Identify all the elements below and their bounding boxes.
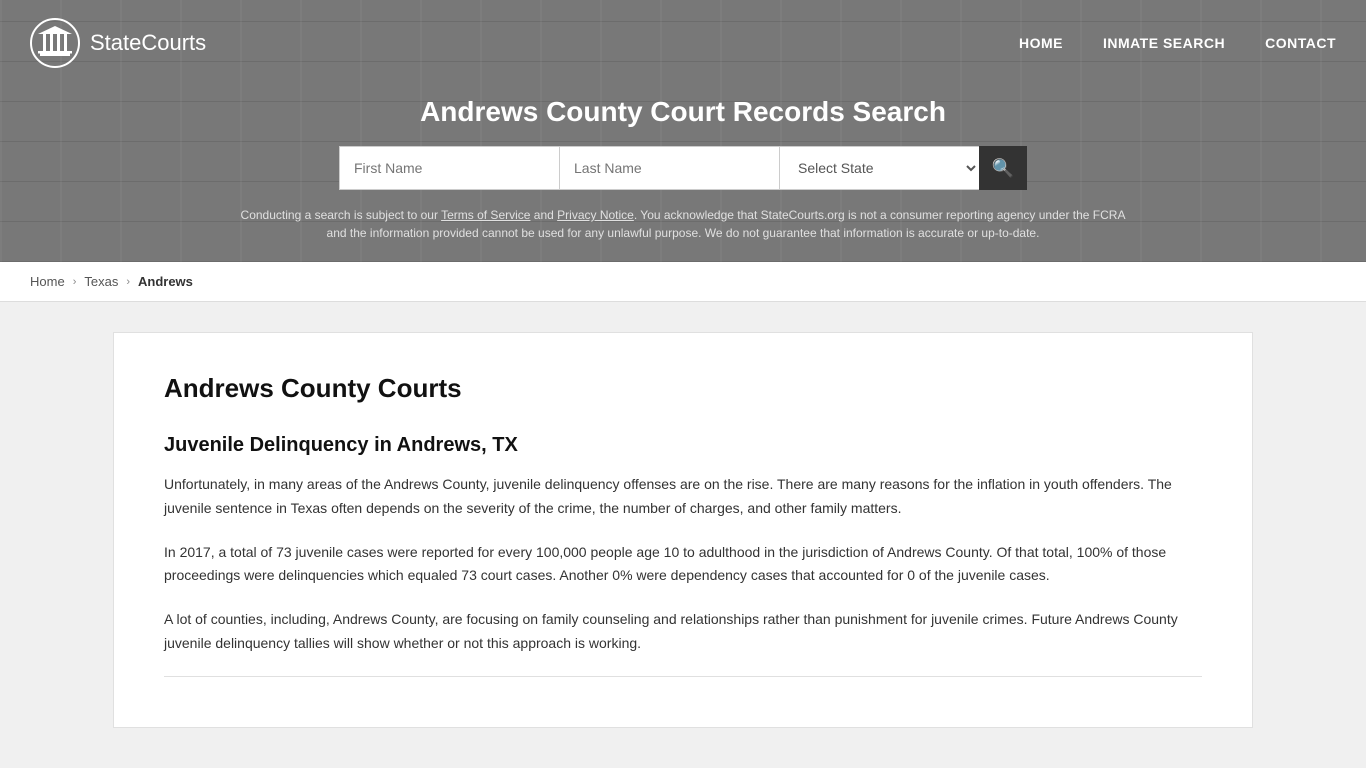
page-title: Andrews County Court Records Search — [30, 96, 1336, 128]
search-section: Andrews County Court Records Search Sele… — [30, 86, 1336, 262]
breadcrumb-state[interactable]: Texas — [84, 274, 118, 289]
first-name-input[interactable] — [339, 146, 559, 190]
disclaimer-text: Conducting a search is subject to our Te… — [233, 206, 1133, 242]
state-select[interactable]: Select State Alabama Alaska Arizona Arka… — [779, 146, 979, 190]
breadcrumb-county: Andrews — [138, 274, 193, 289]
nav-inmate-search[interactable]: INMATE SEARCH — [1103, 35, 1225, 51]
breadcrumb-home[interactable]: Home — [30, 274, 65, 289]
privacy-notice-link[interactable]: Privacy Notice — [557, 208, 634, 222]
terms-of-service-link[interactable]: Terms of Service — [441, 208, 530, 222]
content-main-title: Andrews County Courts — [164, 373, 1202, 404]
header-content: StateCourts HOME INMATE SEARCH CONTACT A… — [0, 0, 1366, 262]
content-para-3: A lot of counties, including, Andrews Co… — [164, 608, 1202, 656]
section1-title: Juvenile Delinquency in Andrews, TX — [164, 434, 1202, 457]
nav-home[interactable]: HOME — [1019, 35, 1063, 51]
last-name-input[interactable] — [559, 146, 779, 190]
site-header: StateCourts HOME INMATE SEARCH CONTACT A… — [0, 0, 1366, 262]
search-icon: 🔍 — [992, 158, 1014, 179]
top-navigation: StateCourts HOME INMATE SEARCH CONTACT — [30, 0, 1336, 86]
content-card: Andrews County Courts Juvenile Delinquen… — [113, 332, 1253, 728]
content-para-1: Unfortunately, in many areas of the Andr… — [164, 473, 1202, 521]
logo-text: StateCourts — [90, 30, 206, 56]
search-bar: Select State Alabama Alaska Arizona Arka… — [30, 146, 1336, 190]
nav-contact[interactable]: CONTACT — [1265, 35, 1336, 51]
breadcrumb-chevron-1: › — [73, 276, 77, 288]
section-divider — [164, 676, 1202, 677]
breadcrumb-chevron-2: › — [126, 276, 130, 288]
logo-link[interactable]: StateCourts — [30, 18, 206, 68]
content-para-2: In 2017, a total of 73 juvenile cases we… — [164, 541, 1202, 589]
nav-links: HOME INMATE SEARCH CONTACT — [1019, 35, 1336, 51]
logo-icon — [30, 18, 80, 68]
breadcrumb: Home › Texas › Andrews — [0, 262, 1366, 302]
main-wrapper: Andrews County Courts Juvenile Delinquen… — [93, 332, 1273, 728]
search-button[interactable]: 🔍 — [979, 146, 1027, 190]
